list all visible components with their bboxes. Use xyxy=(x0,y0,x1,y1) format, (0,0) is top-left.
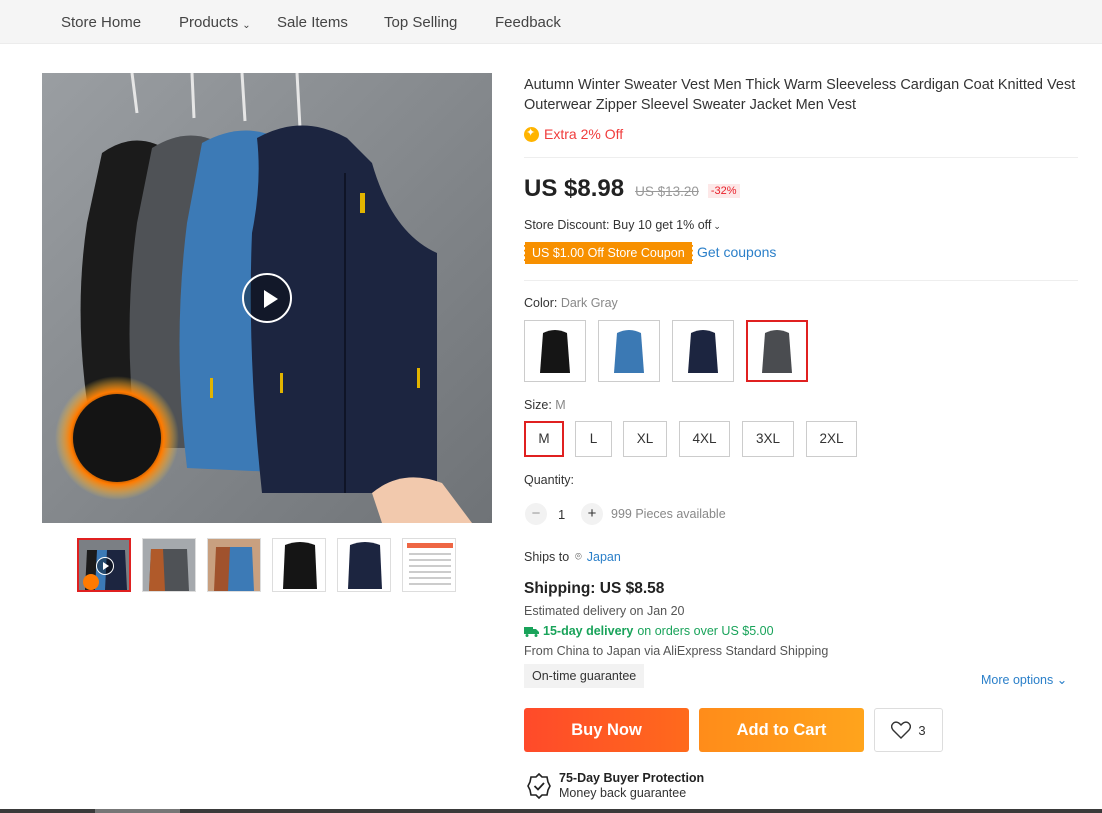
play-icon xyxy=(96,557,114,575)
estimated-delivery: Estimated delivery on Jan 20 xyxy=(524,604,685,618)
wishlist-button[interactable]: 3 xyxy=(874,708,943,752)
original-price: US $13.20 xyxy=(635,184,699,199)
thumbnail-image xyxy=(208,539,260,591)
chevron-down-icon: ⌄ xyxy=(713,221,721,231)
vest-icon xyxy=(688,330,718,373)
nav-store-home[interactable]: Store Home xyxy=(61,14,141,31)
vest-icon xyxy=(614,330,644,373)
store-discount-text: Store Discount: Buy 10 get 1% off xyxy=(524,218,712,232)
thumbnail-2[interactable] xyxy=(142,538,196,592)
shipping-route: From China to Japan via AliExpress Stand… xyxy=(524,644,829,658)
nav-products[interactable]: Products ⌄ xyxy=(179,14,251,31)
heart-icon xyxy=(891,721,912,739)
nav-products-label: Products xyxy=(179,14,239,31)
size-selected-value: M xyxy=(555,398,566,412)
discount-badge: -32% xyxy=(707,184,740,198)
nav-top-selling[interactable]: Top Selling xyxy=(384,14,457,31)
thumbnail-1[interactable] xyxy=(77,538,131,592)
color-swatch-black[interactable] xyxy=(524,320,586,382)
thumbnail-4[interactable] xyxy=(272,538,326,592)
fast-delivery-rest: on orders over US $5.00 xyxy=(637,624,774,638)
thumbnail-image xyxy=(143,539,195,591)
thumbnail-5[interactable] xyxy=(337,538,391,592)
thumbnail-image xyxy=(273,539,325,591)
divider xyxy=(524,157,1078,158)
ships-to-country[interactable]: Japan xyxy=(587,550,621,564)
buyer-protection-text: 75-Day Buyer Protection Money back guara… xyxy=(559,771,704,800)
nav-sale-items[interactable]: Sale Items xyxy=(277,14,348,31)
more-options-label: More options xyxy=(981,673,1054,687)
add-to-cart-button[interactable]: Add to Cart xyxy=(699,708,864,752)
color-swatch-blue[interactable] xyxy=(598,320,660,382)
get-coupons-link[interactable]: Get coupons xyxy=(697,244,776,260)
on-time-guarantee-badge: On-time guarantee xyxy=(524,664,645,688)
vest-icon xyxy=(762,330,792,373)
store-nav-bar: Store Home Products ⌄ Sale Items Top Sell… xyxy=(0,0,1102,44)
thumbnail-6-size-chart[interactable] xyxy=(402,538,456,592)
chevron-down-icon: ⌄ xyxy=(242,20,251,31)
quantity-label: Quantity: xyxy=(524,473,575,487)
thumbnail-image xyxy=(403,539,455,591)
quantity-value[interactable]: 1 xyxy=(558,507,565,522)
thumbnail-3[interactable] xyxy=(207,538,261,592)
buyer-protection-title: 75-Day Buyer Protection xyxy=(559,771,705,785)
color-label-text: Color: xyxy=(524,296,558,310)
extra-off-promo: Extra 2% Off xyxy=(524,126,623,142)
store-coupon-badge[interactable]: US $1.00 Off Store Coupon xyxy=(524,242,693,264)
size-option-4xl[interactable]: 4XL xyxy=(679,421,730,457)
size-option-xl[interactable]: XL xyxy=(623,421,667,457)
more-shipping-options-link[interactable]: More options ⌄ xyxy=(981,672,1067,687)
horizontal-scrollbar[interactable] xyxy=(0,809,1102,813)
color-swatch-navy[interactable] xyxy=(672,320,734,382)
divider xyxy=(524,280,1078,281)
ships-to: Ships to ⌾ Japan xyxy=(524,550,621,564)
pieces-available: 999 Pieces available xyxy=(611,507,726,521)
scrollbar-thumb[interactable] xyxy=(95,809,180,813)
buyer-protection: 75-Day Buyer Protection Money back guara… xyxy=(527,771,704,800)
store-discount[interactable]: Store Discount: Buy 10 get 1% off ⌄ xyxy=(524,218,721,232)
color-selected-value: Dark Gray xyxy=(560,296,618,310)
size-label: Size: M xyxy=(524,398,566,412)
quantity-decrease-button[interactable]: − xyxy=(525,503,547,525)
ships-to-label: Ships to xyxy=(524,550,570,564)
thumbnail-image xyxy=(338,539,390,591)
size-option-2xl[interactable]: 2XL xyxy=(806,421,857,457)
location-pin-icon: ⌾ xyxy=(575,550,582,563)
size-label-text: Size: xyxy=(524,398,552,412)
play-video-button[interactable] xyxy=(242,273,292,323)
quantity-increase-button[interactable]: + xyxy=(581,503,603,525)
coin-icon xyxy=(524,126,539,142)
color-label: Color: Dark Gray xyxy=(524,296,618,310)
buyer-protection-subtitle: Money back guarantee xyxy=(559,786,687,800)
size-option-l[interactable]: L xyxy=(575,421,612,457)
fast-delivery: 15-day delivery on orders over US $5.00 xyxy=(524,624,774,638)
vest-icon xyxy=(540,330,570,373)
current-price: US $8.98 xyxy=(524,175,625,202)
price-row: US $8.98 US $13.20 -32% xyxy=(524,175,740,203)
nav-feedback[interactable]: Feedback xyxy=(495,14,561,31)
fast-delivery-bold: 15-day delivery xyxy=(543,624,634,638)
size-option-3xl[interactable]: 3XL xyxy=(742,421,794,457)
product-title: Autumn Winter Sweater Vest Men Thick War… xyxy=(524,77,1076,113)
product-main-image[interactable] xyxy=(42,73,492,523)
truck-icon xyxy=(524,626,539,637)
chevron-down-icon: ⌄ xyxy=(1056,673,1068,687)
color-swatch-dark-gray[interactable] xyxy=(746,320,808,382)
shipping-cost: Shipping: US $8.58 xyxy=(524,580,665,597)
shield-check-icon xyxy=(527,773,551,799)
buy-now-button[interactable]: Buy Now xyxy=(524,708,689,752)
extra-off-text: Extra 2% Off xyxy=(544,126,624,142)
wishlist-count: 3 xyxy=(918,722,926,738)
size-option-m[interactable]: M xyxy=(524,421,564,457)
